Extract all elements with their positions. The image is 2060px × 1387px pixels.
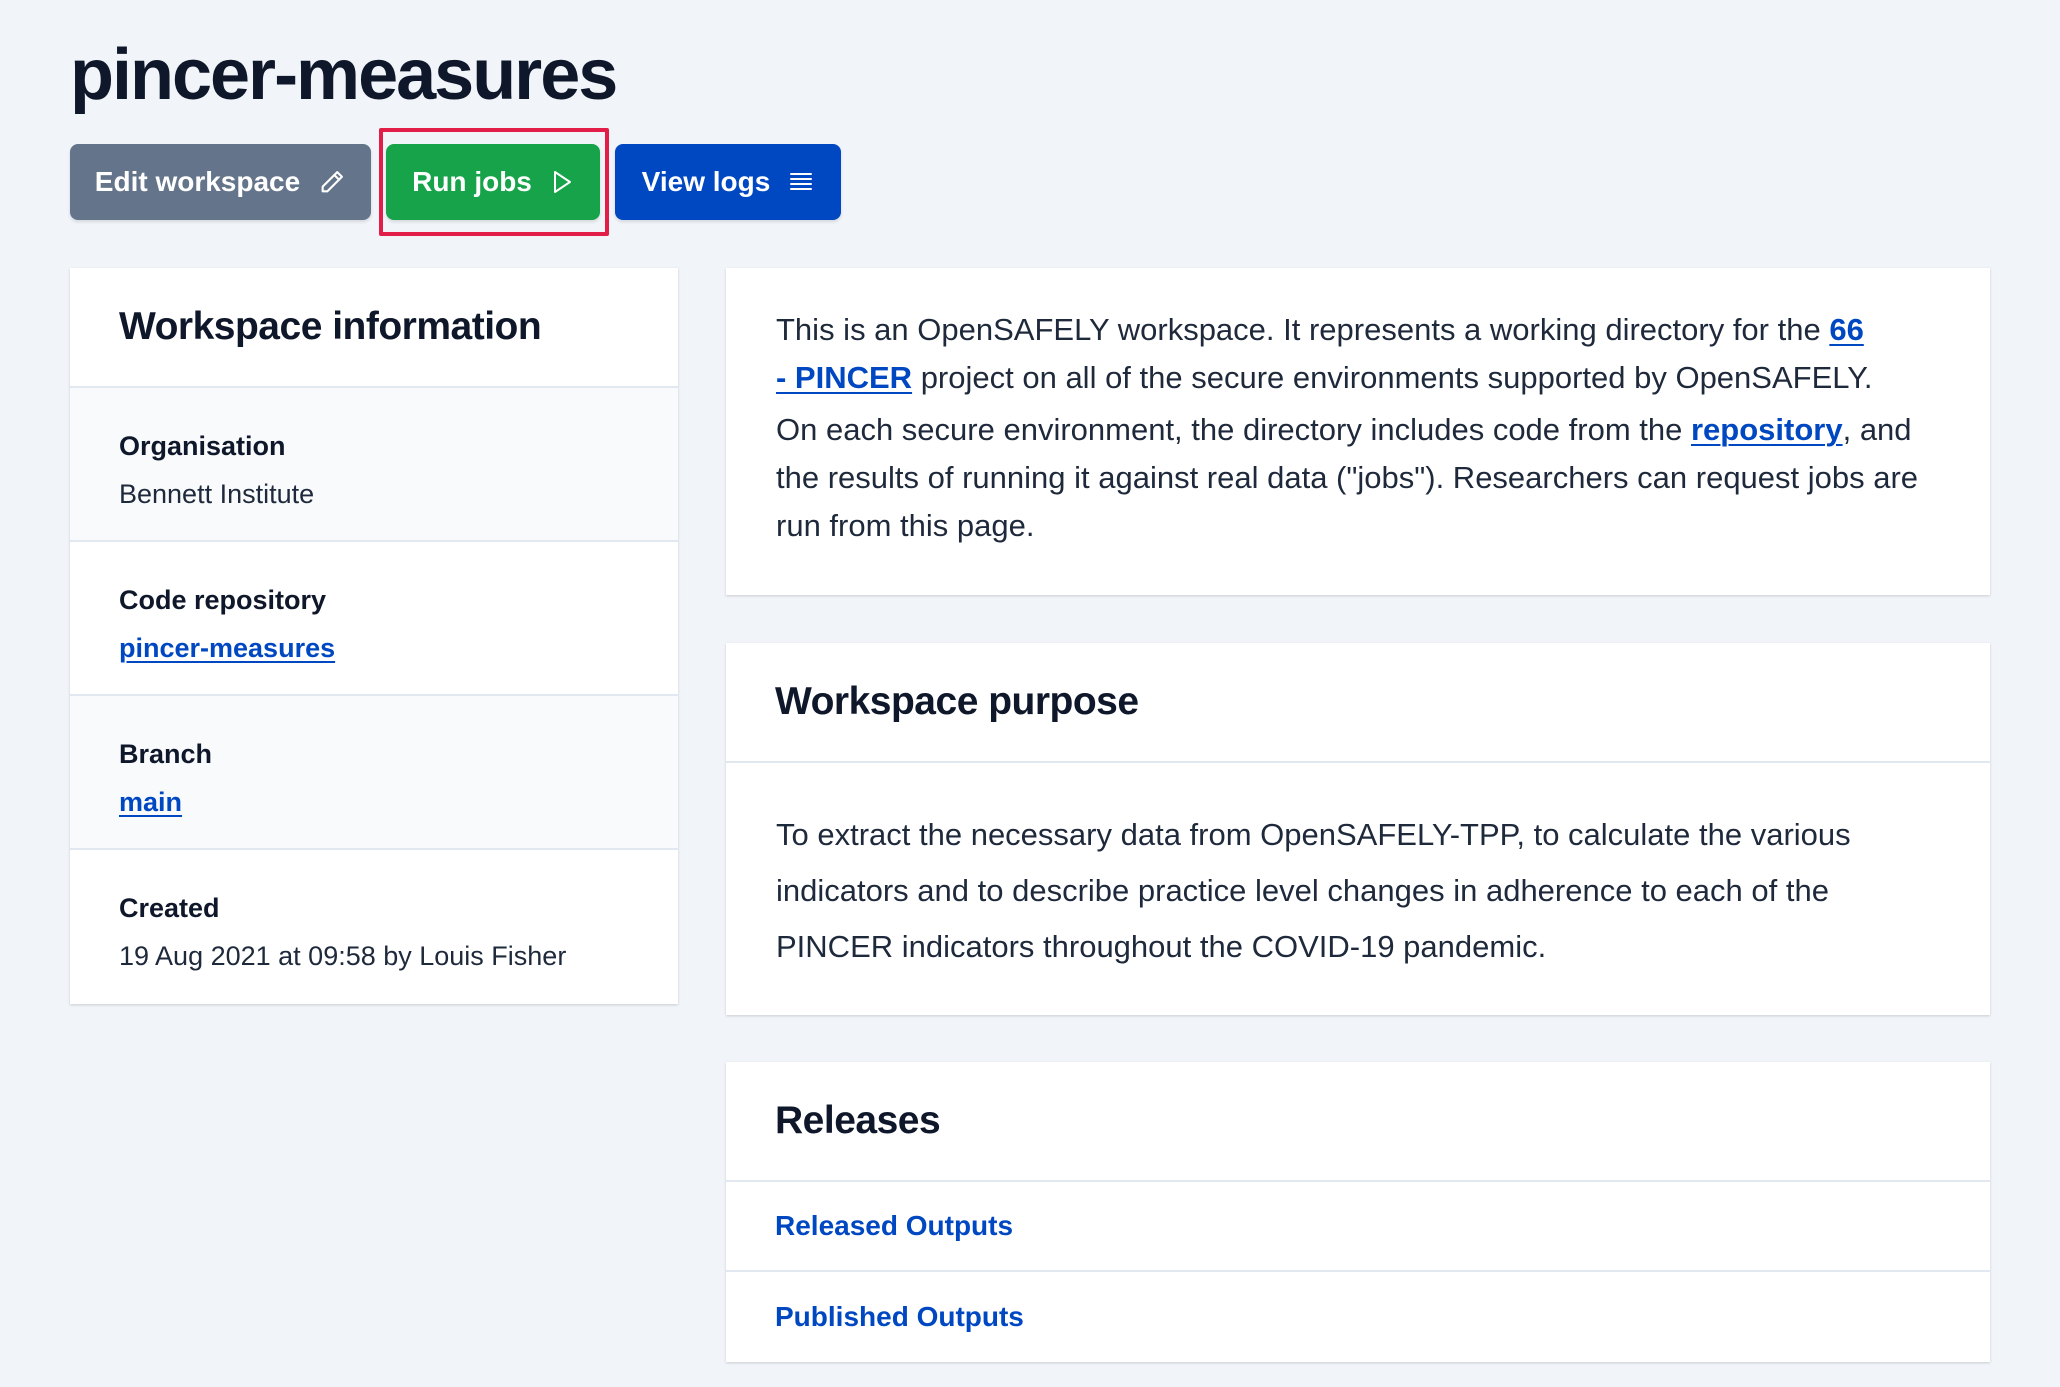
pencil-icon (318, 168, 346, 196)
run-jobs-button[interactable]: Run jobs (386, 144, 600, 220)
purpose-line-2: indicators and to describe practice leve… (776, 873, 1829, 908)
description-paragraph-1: This is an OpenSAFELY workspace. It repr… (776, 306, 1940, 402)
info-row-created: Created 19 Aug 2021 at 09:58 by Louis Fi… (70, 850, 678, 1004)
list-icon (788, 170, 814, 194)
view-logs-label: View logs (641, 166, 771, 197)
info-row-organisation: Organisation Bennett Institute (70, 388, 678, 542)
info-list: Organisation Bennett Institute Code repo… (70, 388, 678, 1004)
branch-link[interactable]: main (119, 787, 182, 817)
description-text-3: On each secure environment, the director… (776, 412, 1691, 447)
play-icon (550, 169, 574, 195)
view-logs-button[interactable]: View logs (615, 144, 841, 220)
description-paragraph-2: On each secure environment, the director… (776, 406, 1940, 550)
created-label: Created (119, 893, 220, 923)
workspace-purpose-heading: Workspace purpose (726, 643, 1990, 763)
edit-workspace-button[interactable]: Edit workspace (70, 144, 371, 220)
workspace-purpose-card: Workspace purpose To extract the necessa… (726, 643, 1990, 1015)
info-row-code-repository: Code repository pincer-measures (70, 542, 678, 696)
project-link-part-1: 66 (1829, 312, 1864, 347)
releases-heading: Releases (726, 1062, 1990, 1182)
releases-list: Released Outputs Published Outputs (726, 1182, 1990, 1362)
code-repository-label: Code repository (119, 585, 327, 615)
description-text-2: project on all of the secure environment… (912, 360, 1873, 395)
branch-label: Branch (119, 739, 213, 769)
created-value: 19 Aug 2021 at 09:58 by Louis Fisher (119, 941, 567, 971)
released-outputs-link[interactable]: Released Outputs (726, 1182, 1990, 1272)
repository-link[interactable]: repository (1691, 412, 1843, 447)
workspace-description-card: This is an OpenSAFELY workspace. It repr… (726, 268, 1990, 595)
description-text-1: This is an OpenSAFELY workspace. It repr… (776, 312, 1830, 347)
organisation-label: Organisation (119, 431, 286, 461)
workspace-purpose-text: To extract the necessary data from OpenS… (726, 763, 1990, 975)
info-row-branch: Branch main (70, 696, 678, 850)
page: pincer-measures Edit workspace Run jobs … (0, 0, 2060, 1387)
published-outputs-link[interactable]: Published Outputs (726, 1272, 1990, 1362)
organisation-value: Bennett Institute (119, 479, 315, 509)
workspace-information-heading: Workspace information (70, 268, 678, 388)
purpose-line-3: PINCER indicators throughout the COVID-1… (776, 929, 1547, 964)
run-jobs-label: Run jobs (412, 166, 532, 197)
edit-workspace-label: Edit workspace (94, 166, 301, 197)
page-title: pincer-measures (70, 35, 618, 115)
releases-card: Releases Released Outputs Published Outp… (726, 1062, 1990, 1362)
purpose-line-1: To extract the necessary data from OpenS… (776, 817, 1851, 852)
project-link-part-2: - PINCER (776, 360, 913, 395)
code-repository-link[interactable]: pincer-measures (119, 633, 335, 663)
workspace-information-card: Workspace information Organisation Benne… (70, 268, 678, 1004)
